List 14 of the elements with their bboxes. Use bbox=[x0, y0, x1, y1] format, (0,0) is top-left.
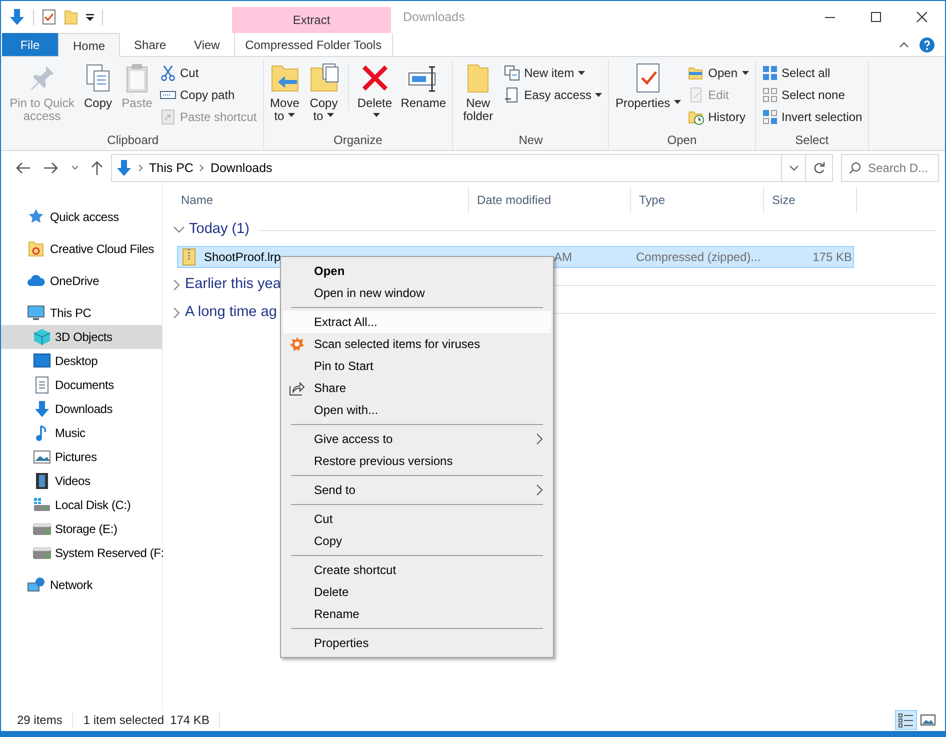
group-label: Open bbox=[666, 132, 698, 149]
window-title: Downloads bbox=[402, 8, 466, 26]
size-cell-text: 175 KB bbox=[812, 250, 852, 264]
group-label: New bbox=[518, 132, 544, 149]
selection-size: 174 KB bbox=[170, 712, 210, 729]
context-tab-header: Extract bbox=[232, 7, 391, 33]
group-label: Select bbox=[794, 132, 830, 149]
date-cell-text: AM bbox=[553, 250, 572, 264]
type-cell-text: Compressed (zipped)... bbox=[635, 250, 761, 264]
file-name: ShootProof.lrp bbox=[203, 249, 281, 266]
group-label: Clipboard bbox=[106, 132, 160, 149]
group-label: Organize bbox=[332, 132, 384, 149]
selection-count: 1 item selected bbox=[83, 712, 164, 729]
item-count: 29 items bbox=[17, 712, 62, 729]
